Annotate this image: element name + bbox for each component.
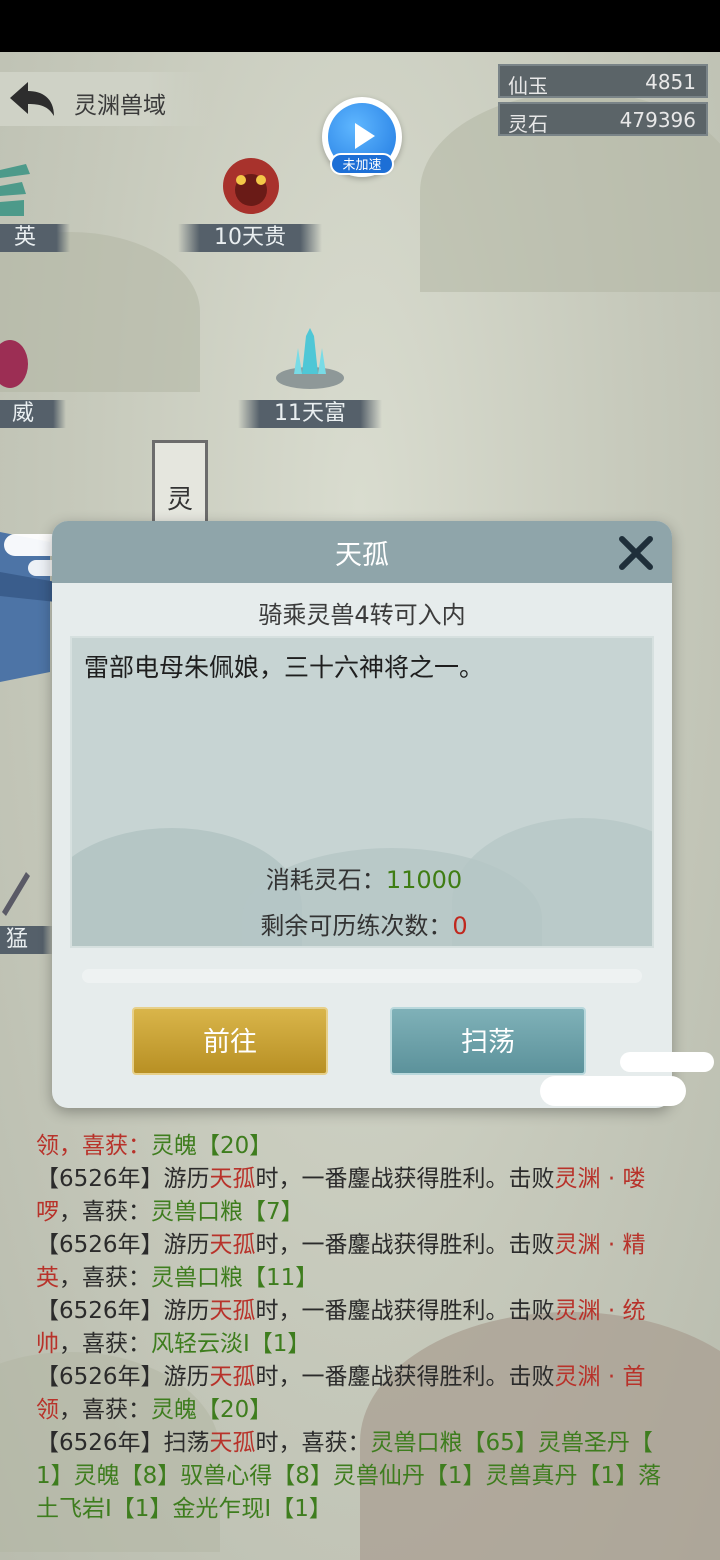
resource-value: 479396	[619, 108, 696, 132]
log-segment: 领，喜获：	[36, 1133, 151, 1159]
remaining-value: 0	[452, 912, 468, 940]
cloud-decoration	[620, 1052, 714, 1072]
stage-dialog: 天孤 骑乘灵兽4转可入内 雷部电母朱佩娘，三十六神将之一。 消耗灵石：11000…	[52, 521, 672, 1108]
log-line: 领，喜获：灵魄【20】	[36, 1394, 696, 1427]
crystal-altar-icon[interactable]	[272, 326, 348, 392]
weapon-icon[interactable]	[0, 866, 30, 916]
region-banner[interactable]: 灵	[152, 440, 208, 526]
log-line: 【6526年】游历天孤时，一番鏖战获得胜利。击败灵渊 · 喽	[36, 1163, 696, 1196]
map-node-label[interactable]: 11天富	[238, 400, 382, 428]
resource-label: 灵石	[508, 112, 548, 136]
log-line: 英，喜获：灵兽口粮【11】	[36, 1262, 696, 1295]
log-line: 【6526年】游历天孤时，一番鏖战获得胜利。击败灵渊 · 统	[36, 1295, 696, 1328]
battle-log: 领，喜获：灵魄【20】 【6526年】游历天孤时，一番鏖战获得胜利。击败灵渊 ·…	[36, 1130, 696, 1526]
log-segment: 【6526年】游历	[36, 1232, 210, 1258]
map-node-label[interactable]: 英	[0, 224, 70, 252]
map-node-label[interactable]: 10天贵	[178, 224, 322, 252]
close-icon[interactable]	[618, 535, 654, 571]
log-line: 1】灵魄【8】驭兽心得【8】灵兽仙丹【1】灵兽真丹【1】落	[36, 1460, 696, 1493]
log-segment: 1】灵魄【8】驭兽心得【8】灵兽仙丹【1】灵兽真丹【1】落	[36, 1463, 662, 1489]
log-segment: 领	[36, 1397, 59, 1423]
cloud-divider	[82, 969, 642, 983]
log-segment: 灵渊 · 统	[554, 1298, 646, 1324]
speed-status-label: 未加速	[330, 153, 394, 175]
remaining-label: 剩余可历练次数：	[260, 912, 453, 940]
resource-label: 仙玉	[508, 74, 548, 98]
cost-label: 消耗灵石：	[265, 866, 386, 894]
log-segment: 灵兽口粮【65】灵兽圣丹【	[370, 1430, 653, 1456]
cloud-decoration	[540, 1076, 686, 1106]
log-segment: 【6526年】游历	[36, 1166, 210, 1192]
log-segment: 天孤	[209, 1430, 256, 1456]
remaining-row: 剩余可历练次数：0	[72, 906, 652, 941]
log-segment: 灵兽口粮【7】	[151, 1199, 304, 1225]
status-bar	[0, 0, 720, 52]
resource-value: 4851	[645, 70, 696, 94]
log-line: 领，喜获：灵魄【20】	[36, 1130, 696, 1163]
log-segment: 灵魄【20】	[151, 1397, 273, 1423]
red-beast-icon[interactable]	[0, 336, 30, 392]
log-segment: 天孤	[209, 1364, 256, 1390]
log-segment: 时，喜获：	[255, 1430, 371, 1456]
log-segment: 帅	[36, 1331, 59, 1357]
log-line: 【6526年】游历天孤时，一番鏖战获得胜利。击败灵渊 · 首	[36, 1361, 696, 1394]
log-line: 啰，喜获：灵兽口粮【7】	[36, 1196, 696, 1229]
log-segment: 土飞岩I【1】金光乍现I【1】	[36, 1496, 332, 1522]
log-segment: 啰	[36, 1199, 59, 1225]
log-segment: ，喜获：	[59, 1397, 151, 1423]
region-banner-label: 灵	[166, 485, 193, 515]
log-line: 土飞岩I【1】金光乍现I【1】	[36, 1493, 696, 1526]
log-segment: 【6526年】扫荡	[36, 1430, 210, 1456]
log-segment: 天孤	[209, 1298, 256, 1324]
log-segment: ，喜获：	[59, 1265, 151, 1291]
log-segment: 灵渊 · 首	[554, 1364, 646, 1390]
map-node-label[interactable]: 威	[0, 400, 66, 428]
map-node-label[interactable]: 猛	[0, 926, 54, 954]
resource-lingshi: 灵石 479396	[498, 102, 708, 136]
log-line: 帅，喜获：风轻云淡I【1】	[36, 1328, 696, 1361]
log-segment: 【6526年】游历	[36, 1298, 210, 1324]
log-segment: ，喜获：	[59, 1199, 151, 1225]
log-segment: ，喜获：	[59, 1331, 151, 1357]
log-segment: 时，一番鏖战获得胜利。击败	[255, 1232, 555, 1258]
log-segment: 天孤	[209, 1232, 256, 1258]
area-title: 灵渊兽域	[74, 93, 166, 119]
log-segment: 时，一番鏖战获得胜利。击败	[255, 1298, 555, 1324]
cost-value: 11000	[385, 866, 463, 894]
cost-row: 消耗灵石：11000	[72, 860, 652, 895]
dialog-title: 天孤	[335, 540, 389, 571]
log-segment: 时，一番鏖战获得胜利。击败	[255, 1364, 555, 1390]
back-arrow-icon[interactable]	[6, 78, 58, 120]
stage-description: 雷部电母朱佩娘，三十六神将之一。	[84, 653, 485, 682]
log-line: 【6526年】游历天孤时，一番鏖战获得胜利。击败灵渊 · 精	[36, 1229, 696, 1262]
speed-up-button[interactable]: 未加速	[322, 97, 402, 177]
go-button[interactable]: 前往	[132, 1007, 328, 1075]
log-segment: 【6526年】游历	[36, 1364, 210, 1390]
log-segment: 灵渊 · 喽	[554, 1166, 646, 1192]
log-segment: 时，一番鏖战获得胜利。击败	[255, 1166, 555, 1192]
resource-xianyu: 仙玉 4851	[498, 64, 708, 98]
description-panel: 雷部电母朱佩娘，三十六神将之一。 消耗灵石：11000 剩余可历练次数：0	[70, 636, 654, 948]
log-segment: 风轻云淡I【1】	[151, 1331, 311, 1357]
log-segment: 英	[36, 1265, 59, 1291]
entry-requirement: 骑乘灵兽4转可入内	[258, 601, 466, 629]
beast-mask-icon[interactable]	[218, 154, 284, 218]
log-line: 【6526年】扫荡天孤时，喜获：灵兽口粮【65】灵兽圣丹【	[36, 1427, 696, 1460]
log-segment: 灵兽口粮【11】	[151, 1265, 319, 1291]
log-segment: 灵渊 · 精	[554, 1232, 646, 1258]
log-segment: 灵魄【20】	[151, 1133, 273, 1159]
sweep-button[interactable]: 扫荡	[390, 1007, 586, 1075]
log-segment: 天孤	[209, 1166, 256, 1192]
pagoda-icon[interactable]	[0, 150, 30, 220]
